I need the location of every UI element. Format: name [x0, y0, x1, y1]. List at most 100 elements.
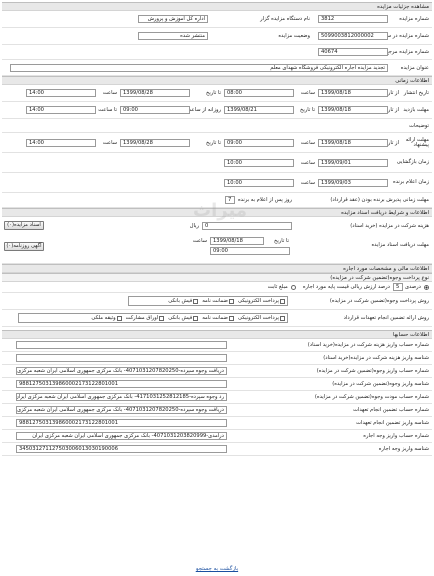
contract-method-checkbox[interactable] [228, 315, 234, 321]
publish-from-time: 08:00 [224, 89, 294, 97]
to-date-label: تا تاریخ [300, 107, 315, 113]
status-label: وضعیت مزایده [278, 33, 310, 39]
newspaper-button[interactable]: آگهی روزنامه(۰) [4, 242, 44, 251]
account-value: رد وجوه سپرده-4171031252812185- بانک مرک… [16, 393, 227, 401]
docs-section-title: اطلاعات و شرایط دریافت اسناد مزایده [341, 210, 429, 216]
account-label: شناسه واریز تضمین انجام تعهدات [356, 420, 429, 426]
method-checkbox[interactable] [193, 298, 199, 304]
auction-no-field: 3812 [318, 15, 388, 23]
hour-label: ساعت [300, 90, 315, 96]
method-checkbox[interactable] [228, 298, 234, 304]
title-label: عنوان مزایده [400, 64, 429, 71]
account-value: 988127503139860002173122801001 [16, 380, 227, 388]
organizer-field: اداره کل آموزش و پرورش [138, 15, 208, 23]
winner-label: زمان اعلام برنده [392, 179, 429, 185]
notes-label: توضیحات [409, 122, 429, 129]
account-value: دریافت وجوه سپرده-4071031207820250- بانک… [16, 367, 227, 375]
publish-from-date: 1399/08/18 [318, 89, 388, 97]
ref-no-label: شماره مزایده مرجع [385, 49, 429, 55]
to-date-label: تا تاریخ [274, 238, 289, 244]
method-option: ضمانت نامه [202, 298, 228, 304]
guarantee-section-title: نوع پرداخت وجوه(تضمین شرکت در مزایده) [330, 275, 429, 281]
percent-text: درصد ارزش ریالی قیمت پایه مورد اجاره [302, 284, 390, 290]
opening-time: 10:00 [224, 158, 294, 167]
offer-from-date: 1399/08/18 [318, 138, 388, 147]
offer-to-date: 1399/08/28 [120, 138, 190, 147]
visit-from-time: 09:00 [120, 106, 190, 114]
timing-section-title: اطلاعات زمانی [395, 78, 429, 84]
accounts-section-title: اطلاعات حسابها [392, 332, 429, 338]
account-label: شناسه واریز وجه اجاره [378, 446, 429, 452]
rial-label: ریال [189, 222, 199, 229]
account-value: 988127503139860002173122801001 [16, 419, 227, 427]
contract-method-option: ضمانت نامه [202, 315, 228, 321]
contract-method-option: وثیقه ملکی [91, 315, 116, 321]
contract-method-label: روش ارائه تضمین انجام تعهدات قرارداد [343, 315, 429, 321]
contract-method-checkbox[interactable] [280, 315, 285, 321]
contract-method-checkbox[interactable] [159, 315, 165, 321]
hour-label: ساعت [102, 90, 117, 96]
offer-label: مهلت ارائه پیشنهاد [405, 136, 429, 148]
organizer-label: نام دستگاه مزایده گزار [260, 16, 310, 22]
finance-section-title: اطلاعات مالی و مشخصات مورد اجاره [343, 266, 429, 272]
contract-method-option: پرداخت الکترونیکی [237, 315, 279, 321]
opening-label: زمان بازگشایی [396, 159, 429, 165]
to-date-label: تا تاریخ [206, 139, 221, 146]
account-value: دریافت وجوه سپرده-4071031207820250- بانک… [16, 406, 227, 414]
fixed-amount-radio[interactable] [290, 284, 296, 290]
page-title: مشاهده جزئیات مزایده [377, 4, 429, 10]
docs-deadline-label: مهلت دریافت اسناد مزایده [371, 242, 429, 248]
contract-method-option: اوراق مشارکت [125, 315, 159, 321]
method-option: پرداخت الکترونیکی [237, 298, 279, 304]
method-checkbox[interactable] [280, 298, 285, 304]
fee-field: 0 [202, 221, 292, 230]
visit-label: مهلت بازدید [403, 107, 429, 113]
account-label: شماره حساب واریز وجه اجاره [363, 433, 429, 439]
from-date-label: از تاریخ [383, 139, 399, 146]
account-label: شناسه واریز هزینه شرکت در مزایده(خرید اس… [323, 355, 429, 361]
page-header: مشاهده جزئیات مزایده [2, 2, 432, 11]
opening-date: 1399/09/01 [318, 158, 388, 167]
contract-method-checkbox[interactable] [193, 315, 199, 321]
publish-to-time: 14:00 [26, 89, 96, 97]
docs-deadline-time: 09:00 [210, 247, 290, 255]
fixed-amount-label: مبلغ ثابت [267, 284, 288, 290]
payment-method-box: پرداخت الکترونیکی ضمانت نامه فیش بانکی [128, 296, 288, 306]
percent-label: درصدی [404, 284, 421, 290]
to-hour-label: تا ساعت [98, 107, 117, 113]
hour-label: ساعت [300, 139, 315, 146]
payment-method-label: روش پرداخت وجوه(تضمین شرکت در مزایده) [329, 298, 429, 304]
docs-deadline-date: 1399/08/18 [210, 237, 264, 245]
contract-method-box: پرداخت الکترونیکی ضمانت نامه فیش بانکی ا… [18, 313, 288, 323]
to-date-label: تا تاریخ [206, 90, 221, 96]
from-date-label: از تاریخ [383, 107, 399, 113]
contract-days-field: 7 [224, 196, 235, 204]
contract-method-checkbox[interactable] [116, 315, 122, 321]
fee-label: هزینه شرکت در مزایده (خرید اسناد) [350, 222, 429, 229]
account-label: شماره حساب تضمین انجام تعهدات [353, 407, 429, 413]
setad-no-field: 5099003812000002 [318, 32, 388, 40]
offer-from-time: 09:00 [224, 138, 294, 147]
visit-to-time: 14:00 [26, 106, 96, 114]
percent-field: 5 [392, 283, 403, 291]
visit-from-date: 1399/08/18 [318, 106, 388, 114]
from-date-label: از تاریخ [383, 90, 399, 96]
publish-label: تاریخ انتشار [403, 90, 429, 96]
percent-radio[interactable] [424, 284, 429, 290]
account-value: درآمدی-4071031203820999- بانک مرکزی جمهو… [16, 432, 227, 440]
auction-no-label: شماره مزایده [399, 16, 429, 22]
docs-button[interactable]: اسناد مزایده(۰) [4, 221, 44, 230]
timing-section: اطلاعات زمانی [2, 76, 432, 85]
setad-no-label: شماره مزایده در سامانه ستاد [365, 32, 429, 39]
back-to-search-link[interactable]: بازگشت به جستجو [0, 566, 434, 572]
offer-to-time: 14:00 [26, 138, 96, 147]
account-value [16, 354, 227, 362]
title-field: تجدید مزایده اجاره الکترونیکی فروشگاه شه… [10, 63, 388, 72]
finance-section: اطلاعات مالی و مشخصات مورد اجاره [2, 264, 432, 273]
status-field: منتشر شده [138, 32, 208, 40]
accounts-section: اطلاعات حسابها [2, 330, 432, 339]
contract-deadline-label: مهلت زمانی پذیرش برنده بودن (عقد قرارداد… [330, 197, 429, 203]
ref-no-field: 40674 [318, 48, 388, 56]
guarantee-section: نوع پرداخت وجوه(تضمین شرکت در مزایده) [2, 273, 432, 282]
hour-label: ساعت [300, 159, 315, 166]
